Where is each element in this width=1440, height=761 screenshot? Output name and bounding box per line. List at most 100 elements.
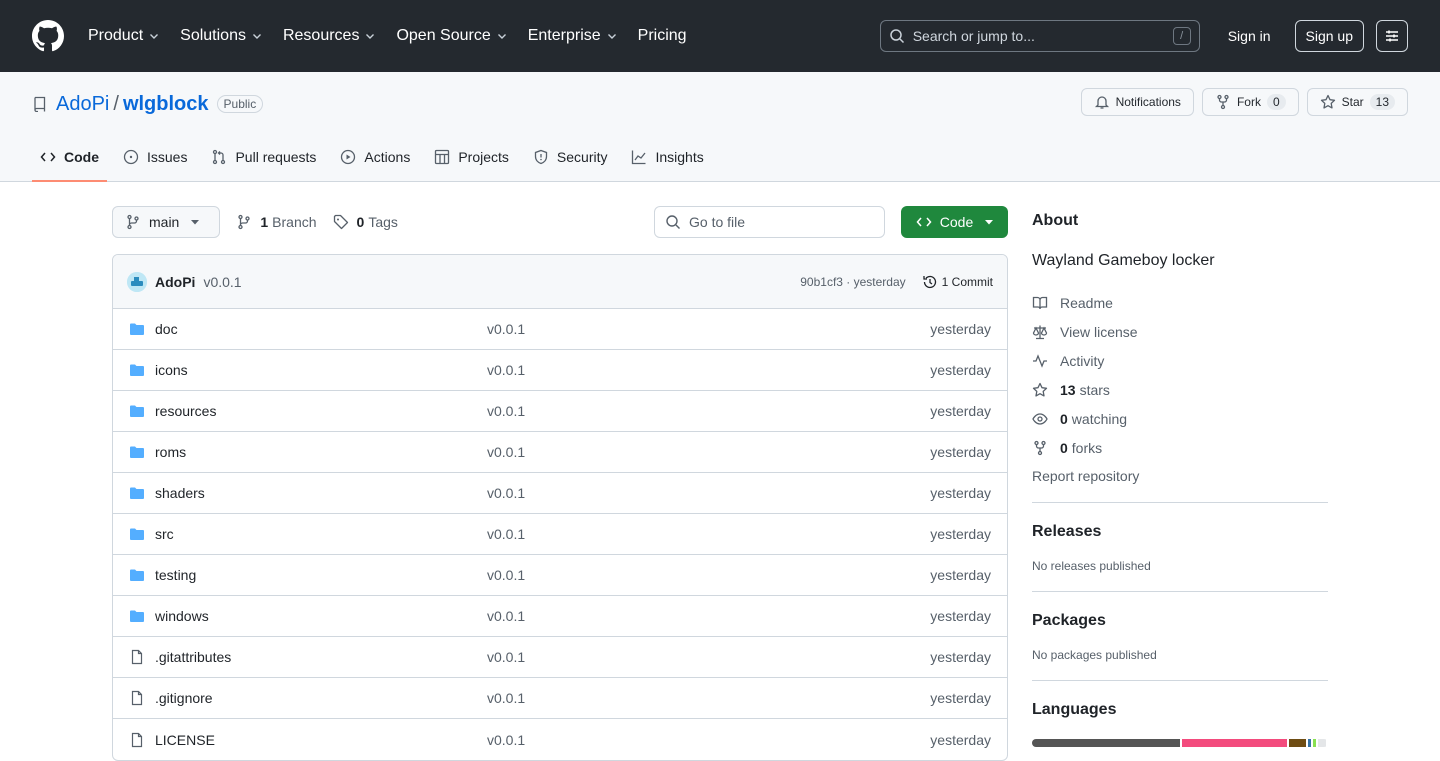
caret-down-icon xyxy=(985,220,994,225)
releases-text: No releases published xyxy=(1032,559,1151,573)
file-list: doc v0.0.1 yesterday icons v0.0.1 yester… xyxy=(113,309,1007,760)
github-logo-icon[interactable] xyxy=(32,20,64,52)
caret-down-icon xyxy=(191,220,200,225)
file-commit-link[interactable]: v0.0.1 xyxy=(487,403,525,419)
notifications-button[interactable]: Notifications xyxy=(1080,88,1194,116)
file-name-link[interactable]: LICENSE xyxy=(155,732,215,748)
file-commit-link[interactable]: v0.0.1 xyxy=(487,690,525,706)
file-commit-link[interactable]: v0.0.1 xyxy=(487,321,525,337)
file-commit-link[interactable]: v0.0.1 xyxy=(487,567,525,583)
file-row[interactable]: windows v0.0.1 yesterday xyxy=(113,596,1007,637)
license-link[interactable]: View license xyxy=(1032,317,1328,346)
forks-link[interactable]: 0 forks xyxy=(1032,433,1328,462)
folder-icon xyxy=(130,405,144,417)
file-name-link[interactable]: .gitattributes xyxy=(155,649,231,665)
file-row[interactable]: .gitignore v0.0.1 yesterday xyxy=(113,678,1007,719)
fork-button[interactable]: Fork 0 xyxy=(1201,88,1299,116)
tab-insights[interactable]: Insights xyxy=(623,133,711,181)
tab-code[interactable]: Code xyxy=(32,133,107,182)
file-row[interactable]: LICENSE v0.0.1 yesterday xyxy=(113,719,1007,760)
tab-issues[interactable]: Issues xyxy=(115,133,195,181)
file-date: yesterday xyxy=(930,444,991,460)
settings-menu-button[interactable] xyxy=(1376,20,1408,52)
commit-hash-time[interactable]: 90b1cf3 · yesterday xyxy=(800,275,905,289)
file-row[interactable]: shaders v0.0.1 yesterday xyxy=(113,473,1007,514)
header-right: Search or jump to... / Sign in Sign up xyxy=(879,20,1408,52)
play-icon xyxy=(341,149,356,165)
file-name-link[interactable]: windows xyxy=(155,608,209,624)
code-icon xyxy=(40,152,56,162)
file-commit-link[interactable]: v0.0.1 xyxy=(487,526,525,542)
repo-sidebar: About Wayland Gameboy locker Readme View… xyxy=(1032,212,1328,747)
file-row[interactable]: doc v0.0.1 yesterday xyxy=(113,309,1007,350)
report-repository-link[interactable]: Report repository xyxy=(1032,468,1328,484)
pulse-icon xyxy=(1033,353,1047,368)
releases-heading[interactable]: Releases xyxy=(1032,523,1328,541)
chevron-down-icon xyxy=(607,34,616,39)
file-commit-link[interactable]: v0.0.1 xyxy=(487,444,525,460)
search-icon xyxy=(666,215,680,229)
activity-link[interactable]: Activity xyxy=(1032,346,1328,375)
file-name-link[interactable]: icons xyxy=(155,362,188,378)
star-icon xyxy=(1032,382,1048,397)
sign-up-button[interactable]: Sign up xyxy=(1294,20,1364,52)
readme-link[interactable]: Readme xyxy=(1032,288,1328,317)
nav-resources[interactable]: Resources xyxy=(283,27,376,45)
file-date: yesterday xyxy=(930,485,991,501)
file-row[interactable]: testing v0.0.1 yesterday xyxy=(113,555,1007,596)
file-row[interactable]: resources v0.0.1 yesterday xyxy=(113,391,1007,432)
tab-pull-requests[interactable]: Pull requests xyxy=(203,133,324,181)
file-row[interactable]: src v0.0.1 yesterday xyxy=(113,514,1007,555)
file-name-link[interactable]: roms xyxy=(155,444,186,460)
file-name-link[interactable]: src xyxy=(155,526,174,542)
packages-heading[interactable]: Packages xyxy=(1032,612,1328,630)
file-row[interactable]: icons v0.0.1 yesterday xyxy=(113,350,1007,391)
chevron-down-icon xyxy=(150,34,159,39)
file-commit-link[interactable]: v0.0.1 xyxy=(487,649,525,665)
commit-message-link[interactable]: v0.0.1 xyxy=(203,274,241,290)
visibility-badge: Public xyxy=(216,95,264,113)
tag-icon xyxy=(333,214,348,230)
branches-link[interactable]: 1 Branch xyxy=(236,214,317,230)
file-commit-link[interactable]: v0.0.1 xyxy=(487,608,525,624)
nav-enterprise[interactable]: Enterprise xyxy=(528,27,618,45)
tags-link[interactable]: 0 Tags xyxy=(333,214,398,230)
go-to-file-input[interactable]: Go to file xyxy=(654,206,885,238)
commits-link[interactable]: 1 Commit xyxy=(922,274,993,290)
file-name-link[interactable]: shaders xyxy=(155,485,205,501)
file-commit-link[interactable]: v0.0.1 xyxy=(487,732,525,748)
nav-product[interactable]: Product xyxy=(88,27,160,45)
avatar[interactable] xyxy=(127,271,147,292)
law-icon xyxy=(1032,325,1048,339)
tab-actions[interactable]: Actions xyxy=(332,133,418,181)
star-button[interactable]: Star 13 xyxy=(1306,88,1408,116)
stars-link[interactable]: 13 stars xyxy=(1032,375,1328,404)
file-name-link[interactable]: resources xyxy=(155,403,216,419)
nav-open-source[interactable]: Open Source xyxy=(396,27,507,45)
file-name-link[interactable]: testing xyxy=(155,567,196,583)
repo-owner-link[interactable]: AdoPi xyxy=(56,93,109,116)
watchers-link[interactable]: 0 watching xyxy=(1032,404,1328,433)
sign-in-link[interactable]: Sign in xyxy=(1216,20,1283,52)
nav-solutions[interactable]: Solutions xyxy=(180,27,263,45)
sliders-icon xyxy=(1386,30,1398,42)
file-commit-link[interactable]: v0.0.1 xyxy=(487,362,525,378)
file-name-link[interactable]: .gitignore xyxy=(155,690,213,706)
repo-name-link[interactable]: wlgblock xyxy=(123,93,209,116)
file-commit-link[interactable]: v0.0.1 xyxy=(487,485,525,501)
file-icon xyxy=(131,732,143,747)
file-row[interactable]: .gitattributes v0.0.1 yesterday xyxy=(113,637,1007,678)
tab-security[interactable]: Security xyxy=(525,133,616,181)
file-name-link[interactable]: doc xyxy=(155,321,178,337)
code-dropdown-button[interactable]: Code xyxy=(901,206,1008,238)
file-row[interactable]: roms v0.0.1 yesterday xyxy=(113,432,1007,473)
file-date: yesterday xyxy=(930,362,991,378)
tab-projects[interactable]: Projects xyxy=(426,133,517,181)
language-bar-segment xyxy=(1181,739,1287,747)
commit-author-link[interactable]: AdoPi xyxy=(155,274,195,290)
language-bar-segment xyxy=(1288,739,1306,747)
nav-pricing[interactable]: Pricing xyxy=(638,27,687,45)
branch-selector[interactable]: main xyxy=(112,206,221,238)
global-search-input[interactable]: Search or jump to... / xyxy=(879,20,1200,52)
divider xyxy=(1032,680,1328,681)
